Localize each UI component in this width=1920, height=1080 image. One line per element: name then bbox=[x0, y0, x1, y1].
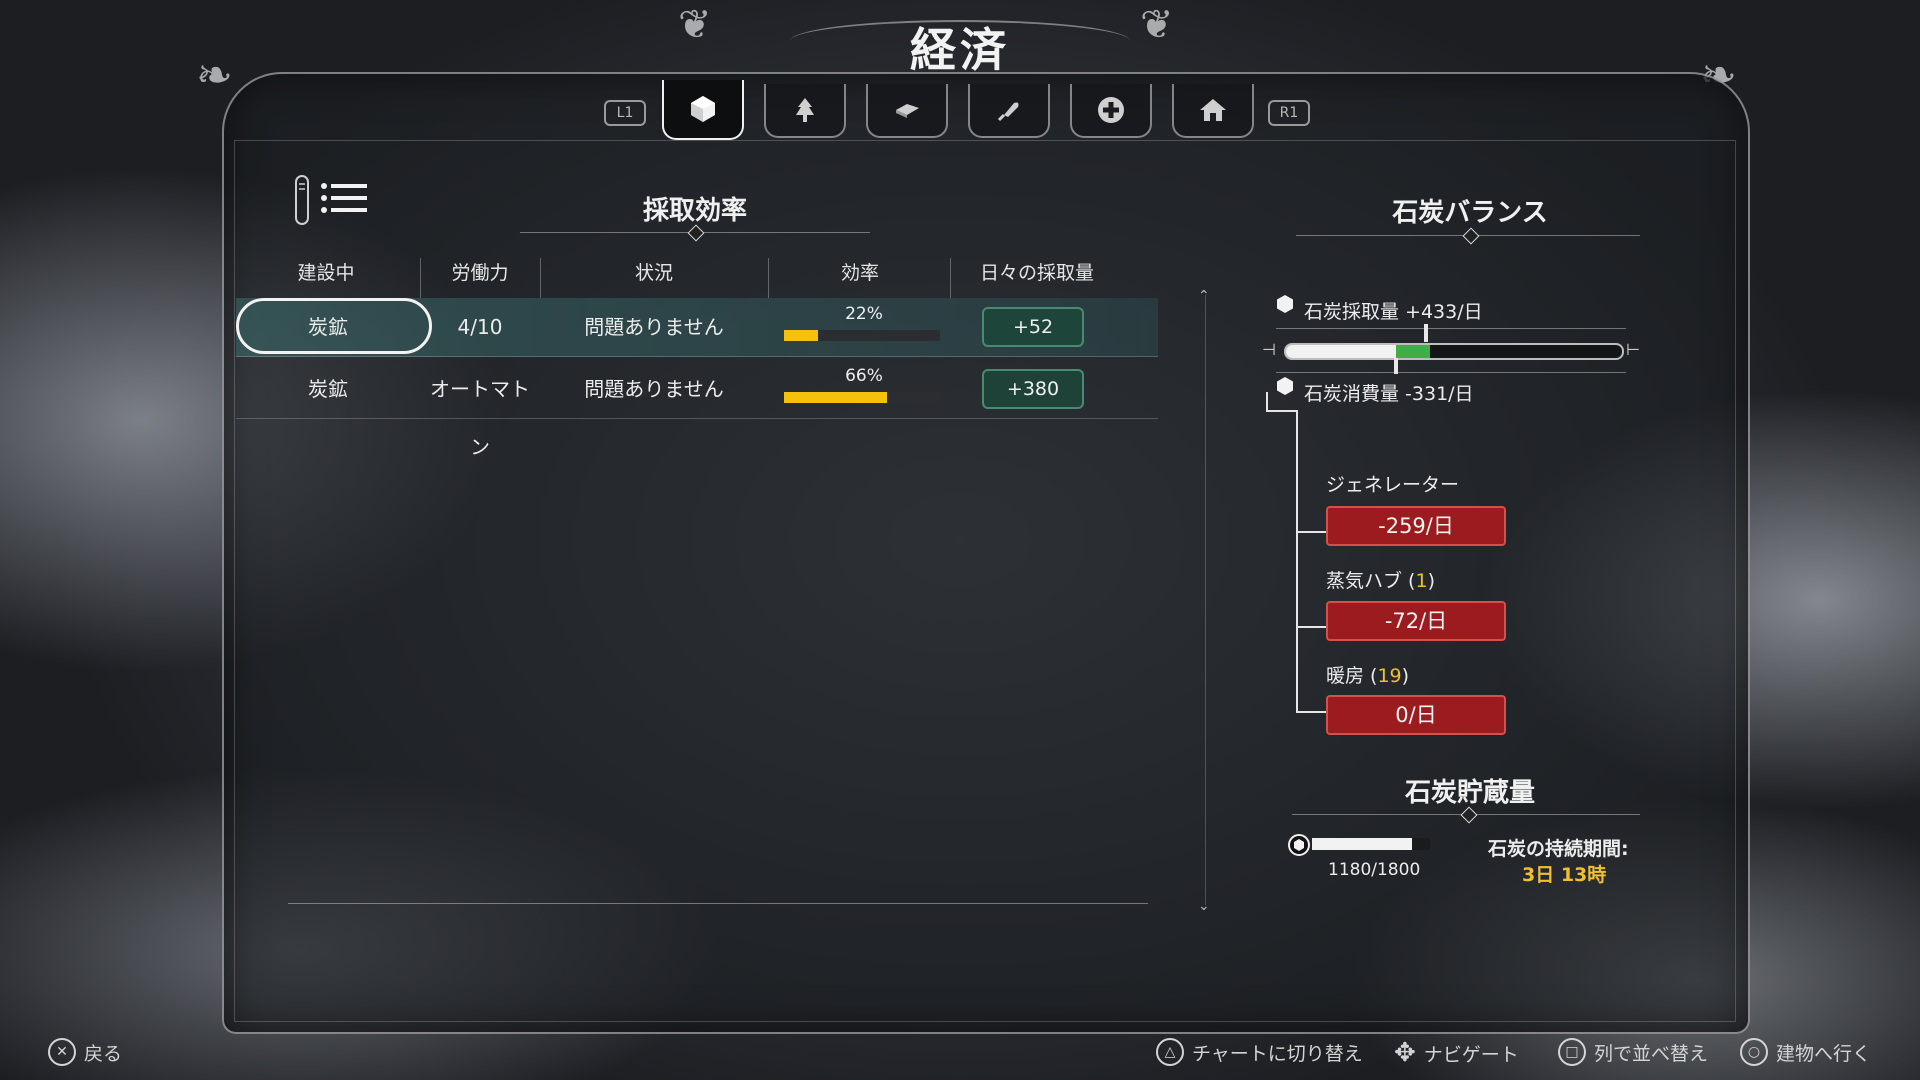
storage-title: 石炭貯蔵量 bbox=[1404, 778, 1535, 808]
extraction-title: 採取効率 bbox=[642, 196, 747, 226]
coal-icon bbox=[691, 96, 715, 122]
column-separator bbox=[540, 258, 541, 298]
consumer-generator-value: -259/日 bbox=[1326, 506, 1506, 546]
consumer-heating-count: 19 bbox=[1377, 665, 1402, 687]
tree-connector bbox=[1296, 531, 1326, 533]
consumption-line bbox=[1276, 372, 1626, 373]
tree-connector bbox=[1296, 626, 1326, 628]
column-header-efficiency[interactable]: 効率 bbox=[770, 258, 950, 285]
list-view-toggle[interactable] bbox=[294, 174, 374, 226]
coal-icon bbox=[1288, 834, 1310, 856]
row-daily-amount: +52 bbox=[982, 307, 1084, 347]
row-daily-amount: +380 bbox=[982, 369, 1084, 409]
tab-wood[interactable] bbox=[764, 84, 846, 138]
column-separator bbox=[950, 258, 951, 298]
row-status: 問題ありません bbox=[584, 377, 724, 401]
tree-connector bbox=[1296, 410, 1298, 712]
column-header-daily[interactable]: 日々の採取量 bbox=[952, 258, 1122, 285]
housing-icon bbox=[1200, 99, 1226, 121]
l1-button[interactable]: L1 bbox=[604, 100, 646, 126]
coal-consumption: 石炭消費量 -331/日 bbox=[1304, 383, 1474, 405]
scroll-up-icon[interactable]: ⌃ bbox=[1198, 288, 1210, 304]
storage-fill bbox=[1312, 838, 1412, 850]
row-workforce: 4/10 bbox=[457, 315, 503, 339]
tab-health[interactable] bbox=[1070, 84, 1152, 138]
consumer-steamhub-value: -72/日 bbox=[1326, 601, 1506, 641]
column-header-status[interactable]: 状況 bbox=[542, 258, 766, 285]
production-line bbox=[1276, 328, 1626, 329]
coal-icon bbox=[1277, 377, 1293, 395]
tree-connector bbox=[1266, 410, 1298, 412]
efficiency-bar bbox=[784, 330, 940, 341]
list-icon bbox=[295, 175, 367, 225]
scroll-down-icon[interactable]: ⌄ bbox=[1198, 898, 1210, 914]
scrollbar[interactable] bbox=[1205, 295, 1206, 905]
row-workforce: オートマトン bbox=[430, 377, 530, 459]
goto-building-hint[interactable]: ○ 建物へ行く bbox=[1740, 1038, 1871, 1066]
triangle-button-icon: △ bbox=[1156, 1038, 1184, 1066]
table-row[interactable]: 炭鉱 オートマトン 問題ありません 66% +380 bbox=[236, 360, 1158, 459]
tree-connector bbox=[1266, 392, 1268, 412]
ornament-right-icon: ❦ bbox=[1140, 2, 1174, 48]
consumer-heating-value: 0/日 bbox=[1326, 695, 1506, 735]
coal-balance-surplus bbox=[1396, 345, 1430, 358]
switch-chart-label: チャートに切り替え bbox=[1192, 1042, 1363, 1065]
row-building: 炭鉱 bbox=[308, 377, 348, 401]
r1-button[interactable]: R1 bbox=[1268, 100, 1310, 126]
efficiency-bar bbox=[784, 392, 940, 403]
consumer-steamhub-label: 蒸気ハブ (1) bbox=[1326, 570, 1435, 592]
tab-housing[interactable] bbox=[1172, 84, 1254, 138]
row-efficiency-label: 66% bbox=[845, 366, 883, 386]
row-status: 問題ありません bbox=[584, 315, 724, 339]
wood-icon bbox=[796, 98, 814, 122]
back-hint[interactable]: ✕ 戻る bbox=[48, 1038, 122, 1066]
storage-duration-value: 3日 13時 bbox=[1522, 864, 1607, 886]
circle-button-icon: ○ bbox=[1740, 1038, 1768, 1066]
efficiency-fill bbox=[784, 330, 819, 341]
balance-title: 石炭バランス bbox=[1392, 198, 1548, 228]
column-header-building[interactable]: 建設中 bbox=[236, 258, 416, 285]
navigate-hint[interactable]: ✥ ナビゲート bbox=[1394, 1038, 1519, 1068]
coal-production: 石炭採取量 +433/日 bbox=[1304, 301, 1483, 323]
table-bottom-divider bbox=[288, 903, 1148, 904]
ornament-left-icon: ❦ bbox=[678, 2, 712, 48]
coal-icon bbox=[1277, 295, 1293, 313]
sort-hint[interactable]: □ 列で並べ替え bbox=[1558, 1038, 1708, 1066]
arrow-right-icon: ⊢ bbox=[1626, 340, 1640, 359]
row-efficiency-label: 22% bbox=[845, 304, 883, 324]
selection-cursor bbox=[236, 298, 432, 354]
navigate-label: ナビゲート bbox=[1423, 1043, 1519, 1066]
efficiency-fill bbox=[784, 392, 887, 403]
corner-ornament-left-icon: ❧ bbox=[196, 50, 233, 101]
column-separator bbox=[420, 258, 421, 298]
consumer-heating-label: 暖房 (19) bbox=[1326, 665, 1410, 687]
sort-label: 列で並べ替え bbox=[1594, 1042, 1709, 1065]
consumer-steamhub-count: 1 bbox=[1415, 570, 1428, 592]
storage-amount: 1180/1800 bbox=[1328, 860, 1421, 880]
coal-balance-consumption bbox=[1286, 345, 1396, 358]
square-button-icon: □ bbox=[1558, 1038, 1586, 1066]
back-label: 戻る bbox=[84, 1042, 123, 1065]
health-icon bbox=[1098, 97, 1124, 123]
tab-food[interactable] bbox=[968, 84, 1050, 138]
switch-chart-hint[interactable]: △ チャートに切り替え bbox=[1156, 1038, 1363, 1066]
steel-icon bbox=[896, 104, 919, 118]
tab-coal[interactable] bbox=[662, 80, 744, 140]
column-header-workforce[interactable]: 労働力 bbox=[422, 258, 538, 285]
storage-duration-label: 石炭の持続期間: bbox=[1488, 838, 1629, 860]
goto-label: 建物へ行く bbox=[1776, 1042, 1872, 1065]
dpad-icon: ✥ bbox=[1394, 1038, 1416, 1068]
production-marker bbox=[1424, 324, 1428, 342]
tab-steel[interactable] bbox=[866, 84, 948, 138]
consumer-generator-label: ジェネレーター bbox=[1326, 474, 1460, 496]
page-title: 経済 bbox=[910, 23, 1010, 77]
cross-button-icon: ✕ bbox=[48, 1038, 76, 1066]
food-icon bbox=[997, 102, 1019, 122]
tree-connector bbox=[1296, 711, 1326, 713]
column-separator bbox=[768, 258, 769, 298]
arrow-left-icon: ⊣ bbox=[1262, 340, 1276, 359]
